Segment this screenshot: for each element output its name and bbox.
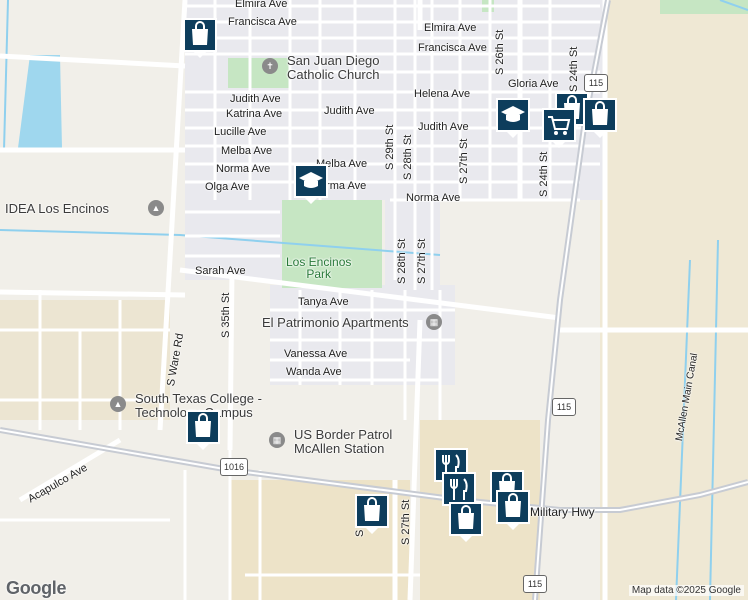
street-label-katrina-ave: Katrina Ave <box>226 108 283 120</box>
street-label-norma-ave-left: Norma Ave <box>216 163 271 175</box>
college-poi-icon: ▲ <box>110 396 126 412</box>
poi-label-apartments[interactable]: El Patrimonio Apartments <box>262 316 409 330</box>
map-marker-shopping[interactable] <box>494 488 532 532</box>
poi-label-border-patrol[interactable]: US Border Patrol McAllen Station <box>294 428 392 456</box>
street-label-s-28th-st-top: S 28th St <box>402 134 414 180</box>
map-marker-shopping[interactable] <box>181 16 219 60</box>
street-label-vanessa-ave: Vanessa Ave <box>284 348 348 360</box>
map-attribution: Map data ©2025 Google <box>628 585 744 596</box>
route-shield-115-mid: 115 <box>552 398 576 416</box>
street-label-tanya-ave: Tanya Ave <box>298 296 349 308</box>
church-icon: ✝ <box>262 58 278 74</box>
street-label-elmira-ave: Elmira Ave <box>424 22 477 34</box>
street-label-judith-ave-left: Judith Ave <box>230 93 281 105</box>
shopping-cart-icon <box>542 108 576 148</box>
street-label-s-24th-st: S 24th St <box>538 151 550 197</box>
street-label-gloria-ave: Gloria Ave <box>508 78 559 90</box>
street-label-norma-ave-right: Norma Ave <box>406 192 461 204</box>
church-green <box>228 58 290 88</box>
map-marker-shopping[interactable] <box>184 408 222 452</box>
street-label-s-29th-st: S 29th St <box>384 124 396 170</box>
street-label-wanda-ave: Wanda Ave <box>286 366 342 378</box>
street-label-olga-ave: Olga Ave <box>205 181 250 193</box>
street-label-s-35th-st: S 35th St <box>220 292 232 338</box>
route-shield-1016: 1016 <box>220 458 248 476</box>
shopping-bag-icon <box>449 502 483 542</box>
poi-label-idea[interactable]: IDEA Los Encinos <box>5 202 109 216</box>
map-marker-shopping[interactable] <box>581 96 619 140</box>
map-marker-shopping[interactable] <box>353 492 391 536</box>
map-marker-school[interactable] <box>494 96 532 140</box>
route-shield-115-bottom: 115 <box>523 575 547 593</box>
map-marker-shopping[interactable] <box>447 500 485 544</box>
street-label-melba-ave-left: Melba Ave <box>221 145 273 157</box>
shopping-bag-icon <box>583 98 617 138</box>
street-label-judith-ave-mid: Judith Ave <box>324 105 375 117</box>
street-label-francisca-ave-left: Francisca Ave <box>228 16 297 28</box>
graduation-cap-icon <box>294 164 328 204</box>
school-poi-icon: ▲ <box>148 200 164 216</box>
street-label-francisca-ave: Francisca Ave <box>418 42 487 54</box>
map-marker-grocery[interactable] <box>540 106 578 150</box>
street-label-helena-ave: Helena Ave <box>414 88 471 100</box>
street-label-s-26th-st: S 26th St <box>494 29 506 75</box>
poi-label-park[interactable]: Los Encinos Park <box>286 256 351 280</box>
government-icon: ▦ <box>269 432 285 448</box>
street-label-elmira-ave-top: Elmira Ave <box>235 0 288 10</box>
shopping-bag-icon <box>355 494 389 534</box>
street-label-lucille-ave: Lucille Ave <box>214 126 267 138</box>
google-logo: Google <box>6 578 67 598</box>
shopping-bag-icon <box>186 410 220 450</box>
street-label-military-hwy: Military Hwy <box>530 505 595 519</box>
street-label-s-24th-st-top: S 24th St <box>568 46 580 92</box>
street-label-s-27th-st: S 27th St <box>416 238 428 284</box>
map-marker-school[interactable] <box>292 162 330 206</box>
street-label-s-27th-st-bottom: S 27th St <box>400 499 412 545</box>
poi-label-church[interactable]: San Juan Diego Catholic Church <box>287 54 380 82</box>
apartment-icon: ▦ <box>426 314 442 330</box>
graduation-cap-icon <box>496 98 530 138</box>
street-label-s-28th-st: S 28th St <box>396 238 408 284</box>
street-label-s-27th-st-top: S 27th St <box>458 138 470 184</box>
shopping-bag-icon <box>496 490 530 530</box>
street-label-sarah-ave: Sarah Ave <box>195 265 246 277</box>
map-canvas[interactable]: Elmira Ave Francisca Ave Elmira Ave Fran… <box>0 0 748 600</box>
street-label-judith-ave-right: Judith Ave <box>418 121 469 133</box>
shopping-bag-icon <box>183 18 217 58</box>
